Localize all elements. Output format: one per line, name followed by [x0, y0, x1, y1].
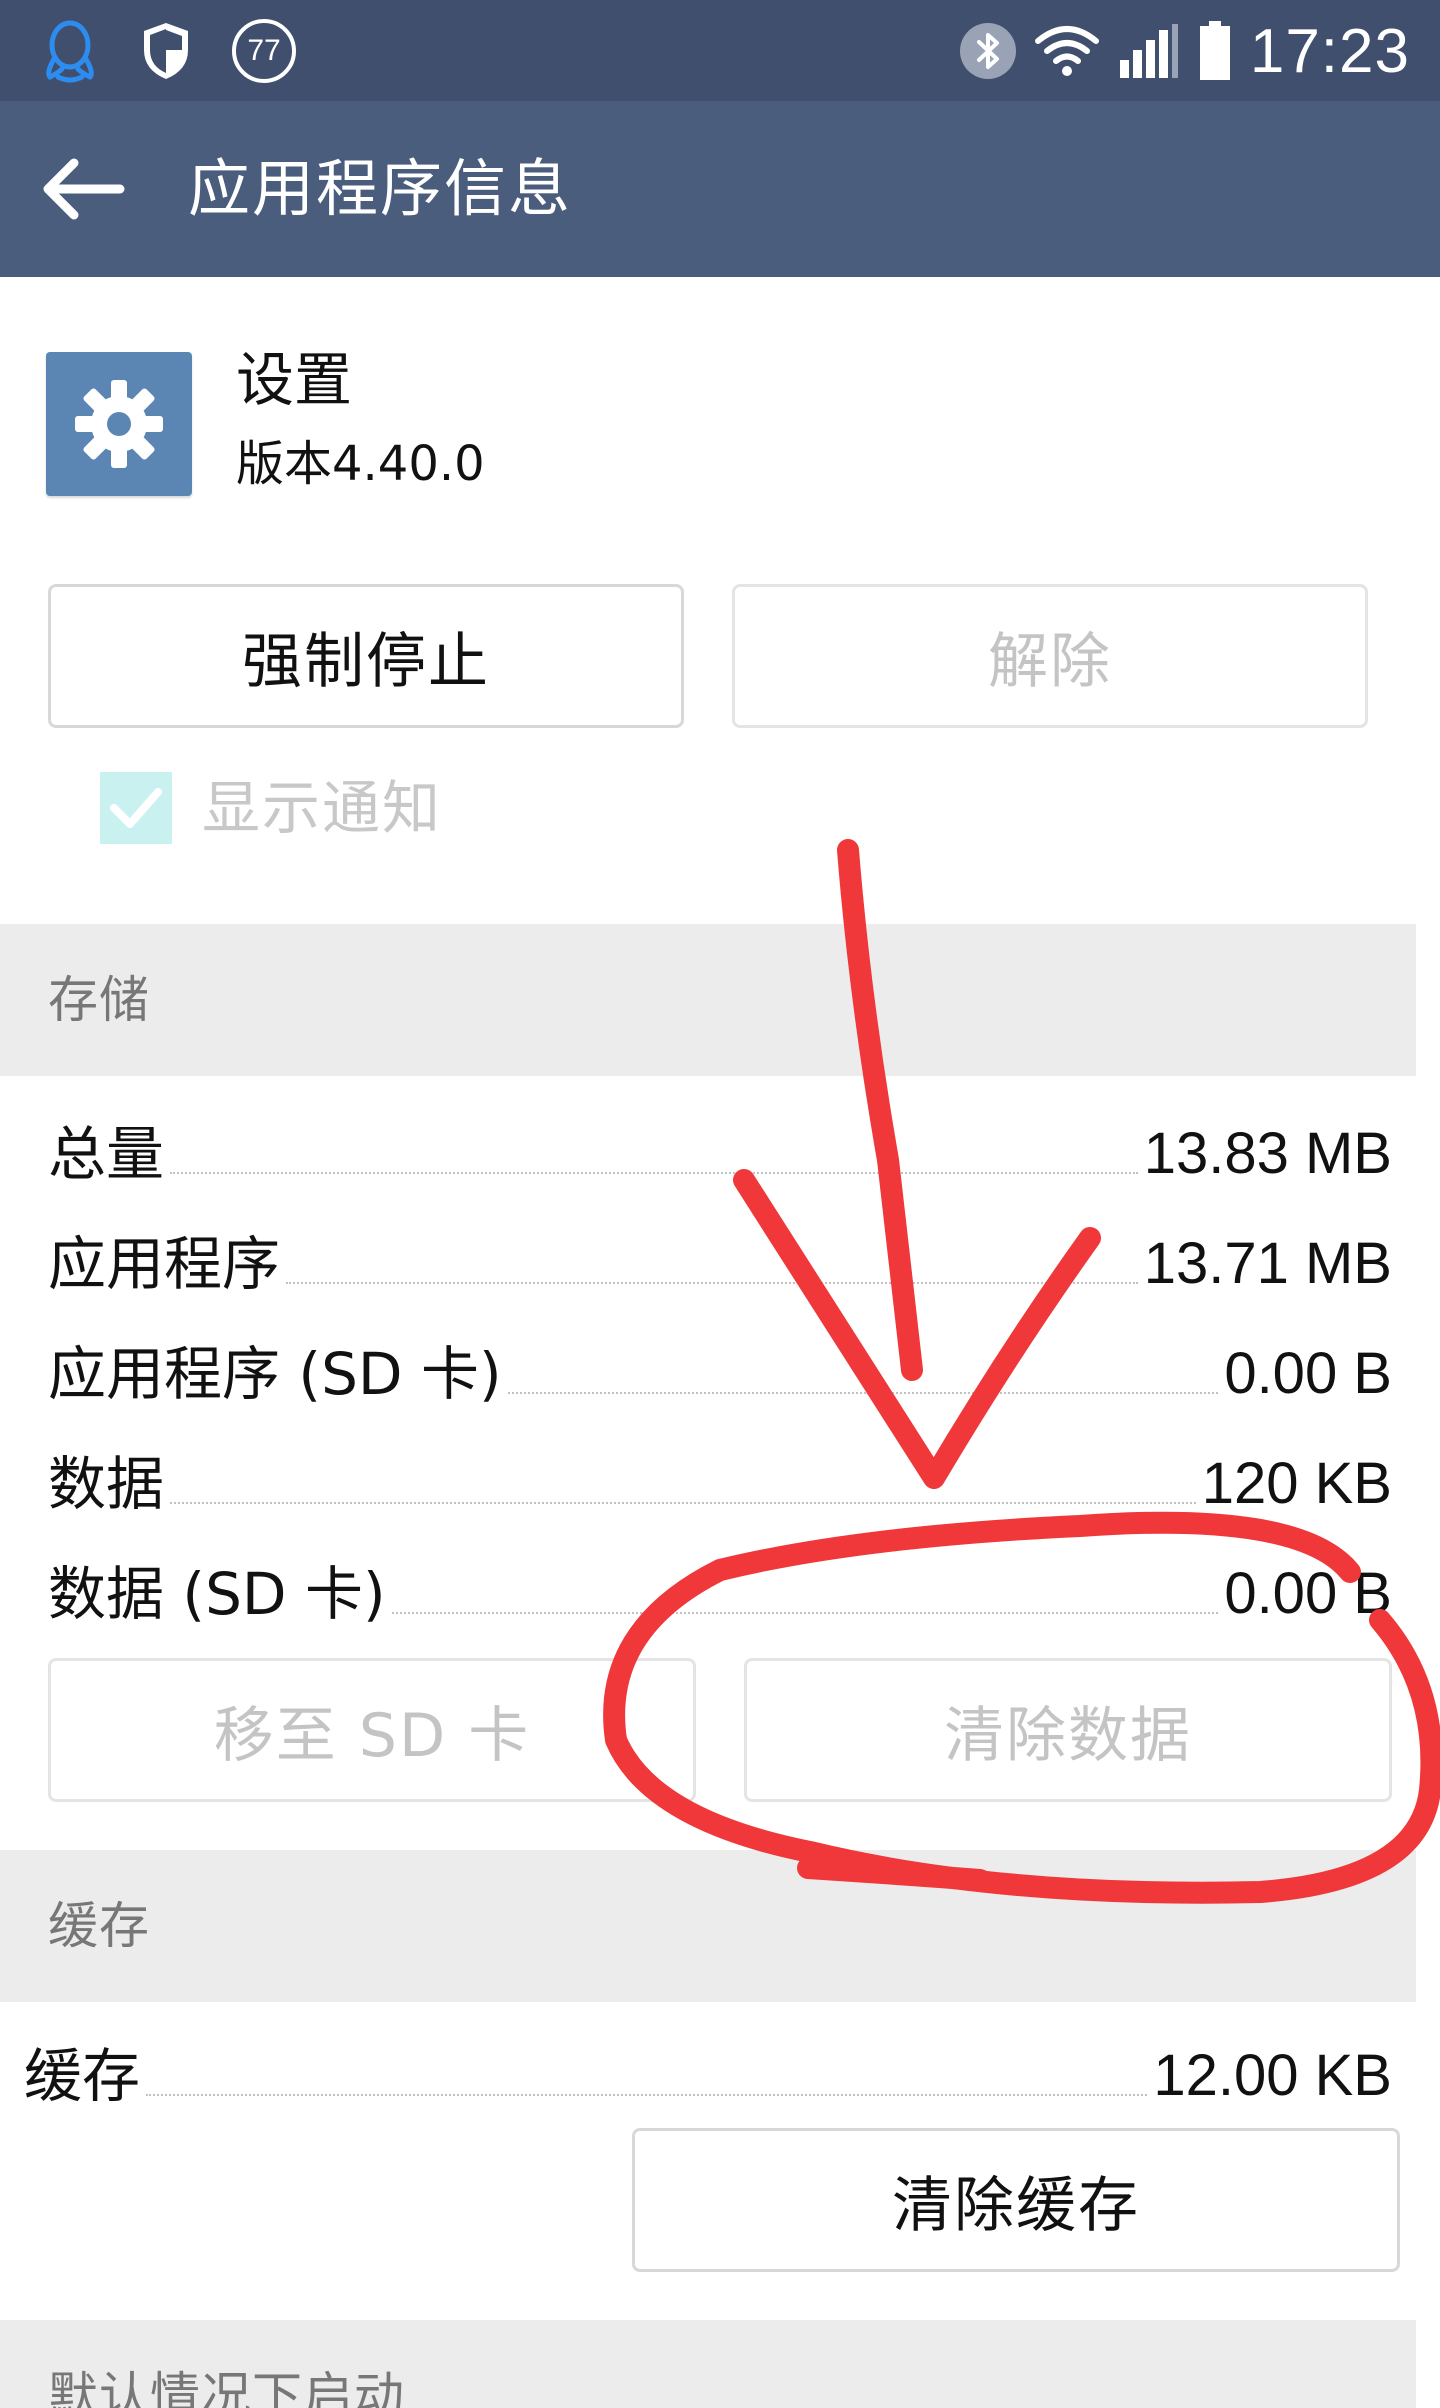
notification-badge: 77 [232, 19, 296, 83]
wifi-icon [1034, 23, 1100, 79]
page-title: 应用程序信息 [188, 152, 573, 225]
row-label: 总量 [48, 1120, 165, 1188]
app-name: 设置 [236, 346, 353, 414]
row-leader [286, 1282, 1138, 1284]
show-notifications-label: 显示通知 [202, 774, 443, 842]
storage-row-app: 应用程序 13.71 MB [48, 1210, 1392, 1306]
row-leader [170, 1172, 1138, 1174]
status-left-icons: 77 [40, 16, 296, 86]
shield-icon [140, 20, 192, 82]
status-right-icons: 17:23 [959, 12, 1410, 90]
row-leader [391, 1612, 1219, 1614]
show-notifications-checkbox[interactable] [100, 772, 172, 844]
app-icon [46, 352, 192, 496]
row-label: 数据 (SD 卡) [48, 1560, 386, 1628]
row-label: 应用程序 (SD 卡) [48, 1340, 502, 1408]
row-label: 应用程序 [48, 1230, 281, 1298]
cache-section-header: 缓存 [0, 1850, 1416, 2002]
gear-icon [75, 380, 163, 468]
storage-section-header: 存储 [0, 924, 1416, 1076]
row-value: 0.00 B [1224, 1561, 1392, 1626]
storage-row-data: 数据 120 KB [48, 1430, 1392, 1526]
storage-row-app-sd: 应用程序 (SD 卡) 0.00 B [48, 1320, 1392, 1416]
app-version: 版本4.40.0 [236, 436, 485, 492]
row-value: 13.83 MB [1143, 1121, 1392, 1186]
qq-icon [40, 17, 100, 85]
cache-row: 缓存 12.00 KB [24, 2022, 1392, 2118]
clear-cache-button[interactable]: 清除缓存 [632, 2128, 1400, 2272]
app-bar: 应用程序信息 [0, 101, 1440, 277]
bluetooth-icon [959, 23, 1016, 79]
move-to-sd-button[interactable]: 移至 SD 卡 [48, 1658, 696, 1802]
row-value: 120 KB [1201, 1451, 1392, 1516]
row-label: 缓存 [24, 2042, 141, 2110]
badge-77-icon: 77 [232, 19, 296, 83]
uninstall-button[interactable]: 解除 [732, 584, 1368, 728]
row-label: 数据 [48, 1450, 165, 1518]
row-value: 0.00 B [1224, 1341, 1392, 1406]
force-stop-button[interactable]: 强制停止 [48, 584, 684, 728]
storage-header-label: 存储 [48, 971, 150, 1029]
status-bar: 77 17:23 [0, 0, 1440, 101]
launch-defaults-section-header: 默认情况下启动 [0, 2320, 1416, 2408]
row-leader [507, 1392, 1219, 1394]
row-value: 12.00 KB [1153, 2043, 1392, 2108]
row-leader [146, 2094, 1148, 2096]
signal-icon [1118, 22, 1180, 80]
screen: 77 17:23 应用程序信息 设置 版本4.40.0 强制停止 解除 显示通知… [0, 0, 1440, 2408]
row-leader [170, 1502, 1196, 1504]
row-value: 13.71 MB [1143, 1231, 1392, 1296]
launch-defaults-header-label: 默认情况下启动 [48, 2367, 405, 2408]
back-button[interactable] [38, 149, 138, 229]
arrow-left-icon [43, 158, 125, 220]
clear-data-button[interactable]: 清除数据 [744, 1658, 1392, 1802]
battery-icon [1198, 20, 1232, 82]
status-time: 17:23 [1249, 16, 1410, 86]
storage-row-data-sd: 数据 (SD 卡) 0.00 B [48, 1540, 1392, 1636]
storage-row-total: 总量 13.83 MB [48, 1100, 1392, 1196]
cache-header-label: 缓存 [48, 1897, 150, 1955]
checkmark-icon [110, 788, 162, 828]
